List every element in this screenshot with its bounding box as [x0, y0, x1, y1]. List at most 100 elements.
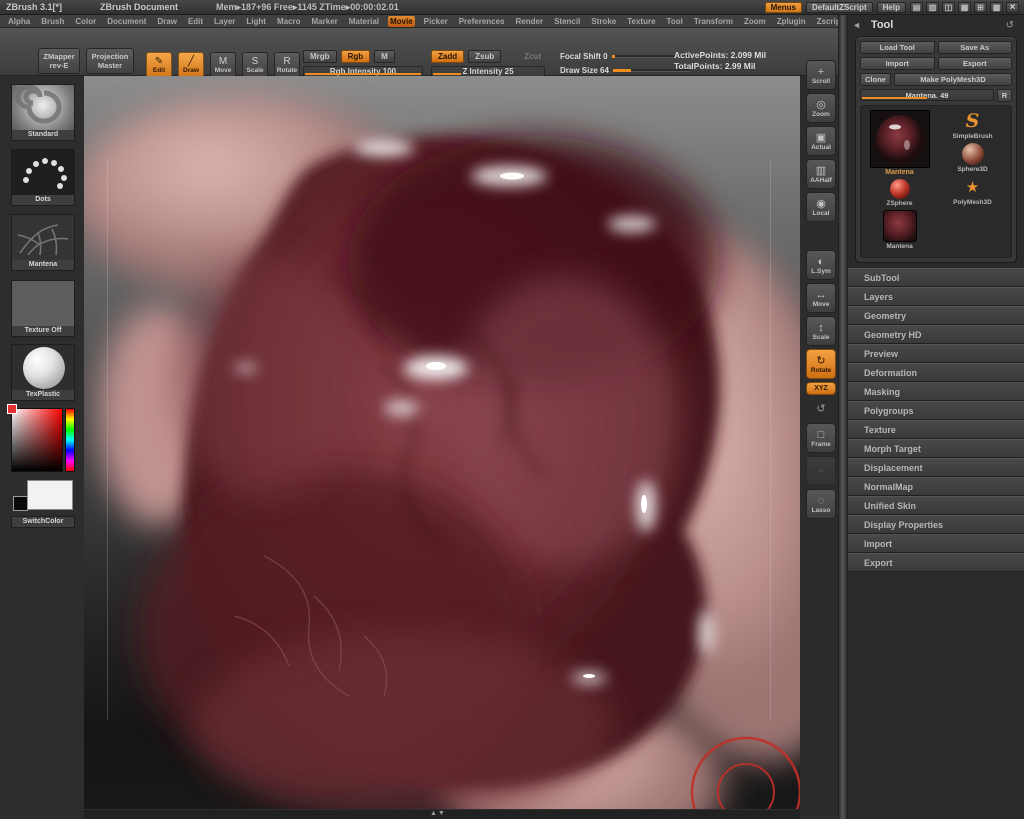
right-shelf-button[interactable]: ◎ Zoom: [806, 93, 836, 123]
menu-item[interactable]: Render: [514, 16, 546, 27]
right-shelf-button[interactable]: ↕ Scale: [806, 316, 836, 346]
right-shelf-button[interactable]: + Scroll: [806, 60, 836, 90]
tool-section-header[interactable]: Polygroups: [848, 401, 1024, 420]
default-zscript-button[interactable]: DefaultZScript: [805, 1, 873, 13]
tool-section-header[interactable]: Export: [848, 553, 1024, 572]
r-button[interactable]: R: [997, 89, 1012, 102]
tool-section-header[interactable]: Texture: [848, 420, 1024, 439]
menu-item[interactable]: Tool: [665, 16, 685, 27]
menu-item[interactable]: Preferences: [457, 16, 507, 27]
viewport-3d-model[interactable]: [84, 76, 800, 819]
menus-button[interactable]: Menus: [764, 1, 802, 13]
saturation-square[interactable]: [11, 408, 63, 472]
active-tool-thumbnail[interactable]: [869, 110, 930, 168]
switch-color-button[interactable]: SwitchColor: [11, 516, 75, 528]
titlebar-icon-button[interactable]: ▩: [990, 1, 1003, 13]
right-shelf-button[interactable]: ◐ L.Sym: [806, 250, 836, 280]
right-shelf-button[interactable]: XYZ: [806, 382, 836, 395]
projection-master-button[interactable]: Projection Master: [86, 48, 134, 74]
sculpt-mode-button[interactable]: Zcut: [517, 50, 548, 63]
right-shelf-button[interactable]: ↻ Rotate: [806, 349, 836, 379]
switch-color-widget[interactable]: SwitchColor: [11, 480, 75, 528]
menu-item[interactable]: Light: [244, 16, 268, 27]
menu-item[interactable]: Material: [347, 16, 381, 27]
right-shelf-button[interactable]: ↔ Move: [806, 283, 836, 313]
sculpt-mode-button[interactable]: Zsub: [468, 50, 502, 63]
sculpt-mode-button[interactable]: Zadd: [431, 50, 465, 63]
texture-selector[interactable]: Texture Off: [11, 280, 75, 337]
menu-item[interactable]: Layer: [212, 16, 237, 27]
tool-name-slider[interactable]: Mantena. 49: [860, 89, 994, 101]
tool-inventory-item[interactable]: Sphere3D: [952, 143, 992, 173]
mode-button[interactable]: M Move: [210, 52, 236, 78]
right-shelf-button[interactable]: ↺: [806, 398, 836, 420]
mode-button[interactable]: S Scale: [242, 52, 268, 78]
canvas-scroll-arrows[interactable]: ▲▼: [430, 810, 446, 817]
secondary-color-swatch[interactable]: [27, 480, 73, 510]
menu-item[interactable]: Zoom: [742, 16, 768, 27]
palette-refresh-icon[interactable]: ↺: [1006, 20, 1014, 31]
tool-inventory-item[interactable]: S SimpleBrush: [952, 110, 992, 140]
tool-inventory-item[interactable]: ★ PolyMesh3D: [952, 176, 992, 206]
right-shelf-button[interactable]: ▥ AAHalf: [806, 159, 836, 189]
palette-collapse-icon[interactable]: ◄: [852, 20, 861, 30]
tool-inventory-item[interactable]: Mantena: [882, 210, 917, 250]
tool-section-header[interactable]: Import: [848, 534, 1024, 553]
tool-section-header[interactable]: Morph Target: [848, 439, 1024, 458]
draw-size-slider[interactable]: Draw Size 64: [560, 65, 690, 75]
document-canvas[interactable]: ▲▼: [84, 76, 800, 819]
tool-section-header[interactable]: Display Properties: [848, 515, 1024, 534]
menu-item[interactable]: Stencil: [552, 16, 582, 27]
menu-item[interactable]: Alpha: [6, 16, 32, 27]
menu-item[interactable]: Texture: [625, 16, 657, 27]
tool-section-header[interactable]: Preview: [848, 344, 1024, 363]
right-shelf-button[interactable]: ▣ Actual: [806, 126, 836, 156]
focal-shift-slider[interactable]: Focal Shift 0: [560, 51, 690, 61]
paint-mode-button[interactable]: Mrgb: [303, 50, 337, 63]
menu-item[interactable]: Edit: [186, 16, 205, 27]
tool-section-header[interactable]: Masking: [848, 382, 1024, 401]
alpha-selector[interactable]: Mantena: [11, 214, 75, 271]
mode-button[interactable]: R Rotate: [274, 52, 300, 78]
tool-inventory-item[interactable]: ZSphere: [883, 179, 917, 207]
clone-button[interactable]: Clone: [860, 73, 891, 86]
primary-color-swatch[interactable]: [13, 496, 28, 511]
titlebar-icon-button[interactable]: ▥: [926, 1, 939, 13]
paint-mode-button[interactable]: M: [374, 50, 395, 63]
mode-button[interactable]: ╱ Draw: [178, 52, 204, 78]
import-tool-button[interactable]: Import: [860, 57, 935, 70]
menu-item[interactable]: Draw: [155, 16, 179, 27]
menu-item[interactable]: Color: [73, 16, 98, 27]
hue-strip[interactable]: [65, 408, 75, 472]
color-picker[interactable]: [7, 404, 75, 474]
menu-item[interactable]: Macro: [275, 16, 303, 27]
zmapper-button[interactable]: ZMapper rev-E: [38, 48, 80, 74]
menu-item[interactable]: Zplugin: [775, 16, 808, 27]
help-button[interactable]: Help: [876, 1, 906, 13]
tool-section-header[interactable]: Geometry HD: [848, 325, 1024, 344]
menu-item[interactable]: Movie: [388, 15, 415, 27]
tool-section-header[interactable]: Deformation: [848, 363, 1024, 382]
menu-item[interactable]: Document: [105, 16, 148, 27]
panel-divider[interactable]: [838, 15, 848, 819]
menu-item[interactable]: Picker: [422, 16, 450, 27]
tool-section-header[interactable]: Unified Skin: [848, 496, 1024, 515]
menu-item[interactable]: Marker: [310, 16, 340, 27]
tool-section-header[interactable]: Layers: [848, 287, 1024, 306]
right-shelf-button[interactable]: ◉ Local: [806, 192, 836, 222]
make-polymesh3d-button[interactable]: Make PolyMesh3D: [893, 73, 1012, 86]
export-tool-button[interactable]: Export: [937, 57, 1012, 70]
tool-section-header[interactable]: NormalMap: [848, 477, 1024, 496]
close-icon[interactable]: ×: [1006, 1, 1019, 13]
save-as-button[interactable]: Save As: [937, 41, 1012, 54]
material-selector[interactable]: TexPlastic: [11, 344, 75, 401]
paint-mode-button[interactable]: Rgb: [340, 50, 371, 63]
brush-selector[interactable]: Standard: [11, 84, 75, 141]
menu-item[interactable]: Stroke: [589, 16, 618, 27]
tool-section-header[interactable]: SubTool: [848, 268, 1024, 287]
tool-section-header[interactable]: Geometry: [848, 306, 1024, 325]
mode-button[interactable]: ✎ Edit: [146, 52, 172, 78]
titlebar-icon-button[interactable]: ▦: [958, 1, 971, 13]
stroke-selector[interactable]: Dots: [11, 149, 75, 206]
right-shelf-button[interactable]: ◌ Lasso: [806, 489, 836, 519]
